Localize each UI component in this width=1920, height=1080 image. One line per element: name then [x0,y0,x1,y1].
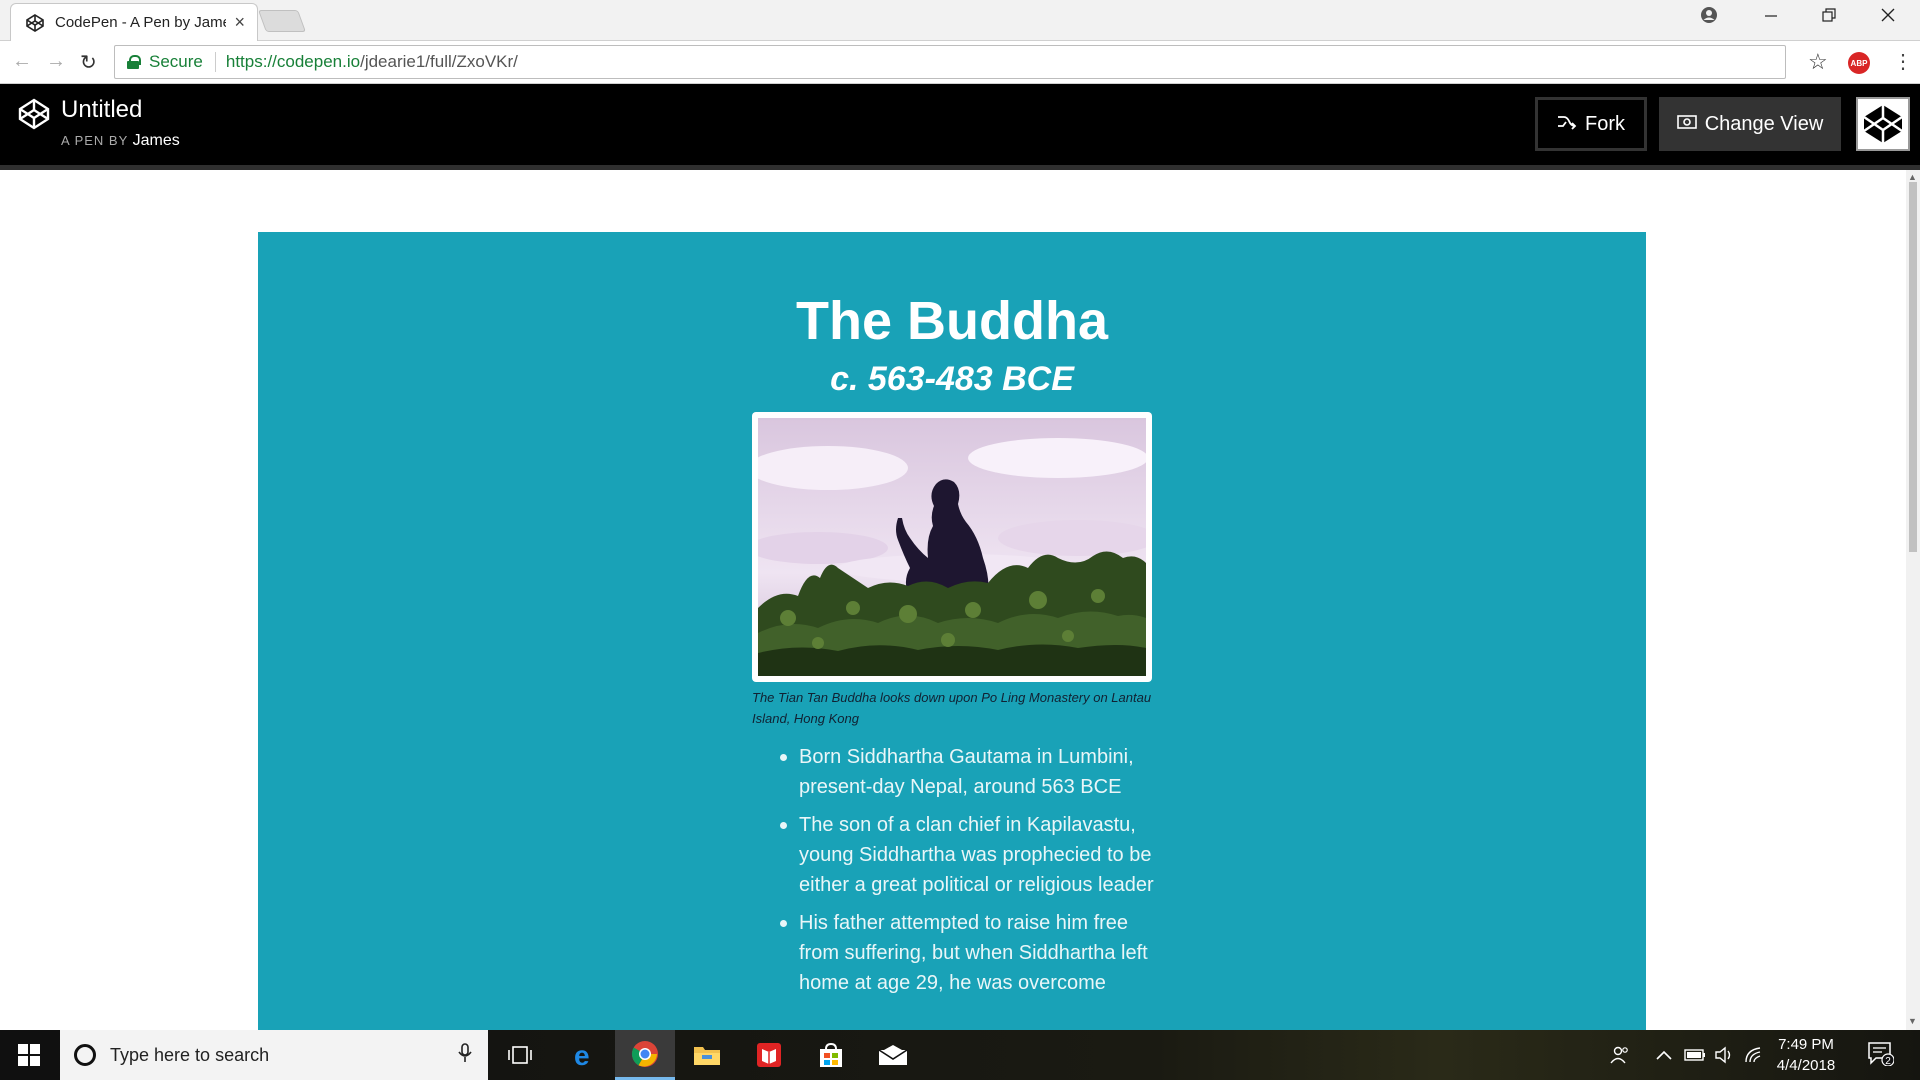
start-button[interactable] [0,1030,58,1080]
scroll-thumb[interactable] [1909,182,1917,552]
pen-byline: A PEN BY James [61,132,180,150]
page-title: The Buddha [796,291,1108,351]
adblock-icon[interactable]: ABP [1848,52,1870,74]
page-subtitle: c. 563-483 BCE [830,360,1074,398]
system-clock[interactable]: 7:49 PM 4/4/2018 [1766,1034,1846,1076]
microphone-icon[interactable] [458,1042,472,1068]
battery-icon[interactable] [1684,1030,1706,1080]
task-view-icon[interactable] [490,1030,550,1080]
bookmark-star-icon[interactable]: ☆ [1808,49,1828,75]
user-avatar[interactable] [1856,97,1910,151]
file-explorer-icon[interactable] [677,1030,737,1080]
image-frame [752,412,1152,682]
wifi-icon[interactable] [1744,1030,1764,1080]
fork-button[interactable]: Fork [1535,97,1647,151]
browser-toolbar: ← → ↻ Secure https://codepen.io /jdearie… [0,41,1920,84]
people-icon[interactable] [1610,1030,1630,1080]
search-placeholder: Type here to search [110,1044,270,1065]
lock-icon [127,55,141,69]
pen-title: Untitled [61,96,143,123]
forward-arrow-icon[interactable]: → [46,50,66,73]
avatar-codepen-icon [1860,101,1906,147]
fork-icon [1557,113,1577,136]
author-link[interactable]: James [133,132,180,149]
reload-icon[interactable]: ↻ [80,50,97,75]
action-center-icon[interactable]: 2 [1868,1042,1895,1067]
fork-label: Fork [1585,112,1625,135]
edge-browser-icon[interactable]: e [555,1030,615,1080]
image-caption: The Tian Tan Buddha looks down upon Po L… [752,690,1152,726]
change-view-icon [1676,114,1697,135]
cortana-icon [74,1044,96,1066]
scroll-down-icon[interactable]: ▼ [1908,1016,1917,1026]
chrome-browser-icon[interactable] [615,1030,675,1080]
omnibox-divider [214,52,216,72]
tab-title: CodePen - A Pen by James [55,14,227,31]
tribute-section: The Buddha c. 563-483 BCE The Tian Tan B… [258,232,1646,1030]
scroll-up-icon[interactable]: ▲ [1908,172,1917,182]
windows-logo-icon [18,1044,40,1066]
address-bar[interactable]: Secure https://codepen.io /jdearie1/full… [114,45,1786,79]
url-path: /jdearie1/full/ZxoVKr/ [360,52,518,71]
codepen-logo-icon[interactable] [18,98,50,130]
profile-icon[interactable] [1694,6,1724,29]
change-view-label: Change View [1704,112,1824,135]
list-item: Born Siddhartha Gautama in Lumbini, pres… [777,742,1157,802]
svg-text:e: e [574,1041,590,1069]
clock-date: 4/4/2018 [1776,1057,1836,1074]
pen-viewport: The Buddha c. 563-483 BCE The Tian Tan B… [0,170,1906,1030]
close-window-icon[interactable] [1873,6,1903,27]
restore-icon[interactable] [1814,6,1844,27]
buddha-photo [758,418,1146,676]
page-scrollbar[interactable]: ▲ ▼ [1906,170,1920,1030]
minimize-icon[interactable] [1756,6,1786,27]
codepen-favicon-icon [26,13,44,32]
list-item: The son of a clan chief in Kapilavastu, … [777,810,1157,900]
browser-tabstrip: CodePen - A Pen by James × [0,0,1920,41]
browser-menu-icon[interactable]: ⋮ [1893,49,1913,74]
secure-label: Secure [149,52,203,71]
back-arrow-icon[interactable]: ← [12,50,32,73]
clock-time: 7:49 PM [1778,1036,1834,1053]
taskbar-search[interactable]: Type here to search [60,1030,488,1080]
windows-taskbar: Type here to search e 7:49 PM 4/4/2018 2 [0,1030,1920,1080]
codepen-header: Untitled A PEN BY James Fork Change View [0,84,1920,165]
notification-count: 2 [1885,1056,1891,1066]
byline-prefix: A PEN BY [61,133,129,148]
list-item: His father attempted to raise him free f… [777,908,1157,998]
url-host: https://codepen.io [225,52,361,71]
change-view-button[interactable]: Change View [1659,97,1841,151]
tab-close-icon[interactable]: × [234,12,245,33]
store-icon[interactable] [801,1030,861,1080]
browser-tab[interactable]: CodePen - A Pen by James × [10,3,258,41]
red-app-icon[interactable] [739,1030,799,1080]
facts-list: Born Siddhartha Gautama in Lumbini, pres… [777,742,1157,1006]
volume-icon[interactable] [1714,1030,1734,1080]
new-tab-button[interactable] [257,10,307,32]
mail-icon[interactable] [863,1030,923,1080]
tray-expand-icon[interactable] [1656,1030,1672,1080]
